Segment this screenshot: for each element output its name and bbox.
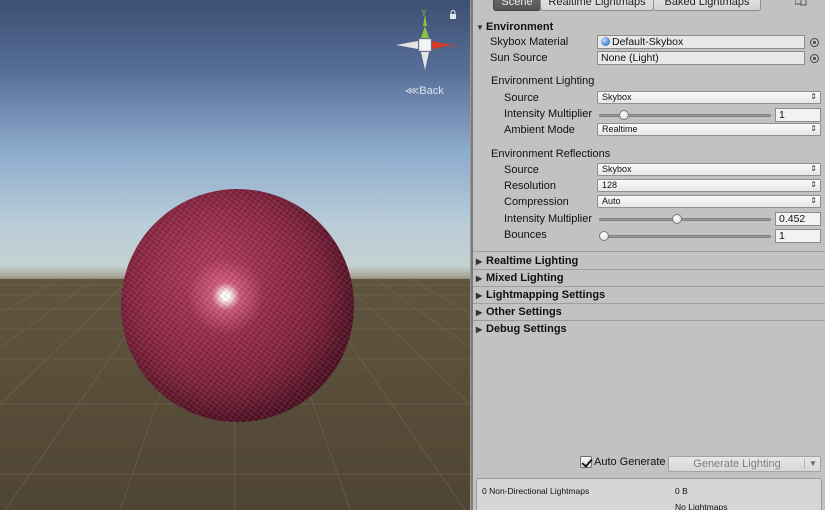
triangle-right-icon: ▶ (476, 325, 483, 334)
lighting-window: Scene Realtime Lightmaps Baked Lightmaps… (473, 0, 825, 510)
skybox-material-label: Skybox Material (490, 36, 569, 48)
environment-lighting-header: Environment Lighting (491, 75, 595, 87)
reflection-intensity-thumb[interactable] (672, 214, 683, 224)
bounces-thumb[interactable] (599, 231, 609, 241)
triangle-down-icon: ▼ (476, 23, 484, 32)
skybox-material-value: Default-Skybox (612, 36, 684, 48)
environment-reflections-header: Environment Reflections (491, 148, 611, 160)
updown-caret-icon: ⇕ (810, 164, 817, 173)
triangle-right-icon: ▶ (476, 308, 483, 317)
gizmo-x-label: x (451, 41, 455, 50)
ambient-mode-dropdown[interactable]: Realtime ⇕ (597, 123, 821, 136)
generate-lighting-label: Generate Lighting (693, 458, 781, 470)
chevron-down-icon[interactable]: ▼ (809, 457, 817, 471)
gizmo-center-cube[interactable] (418, 38, 432, 52)
lighting-tabbar: Scene Realtime Lightmaps Baked Lightmaps (473, 0, 825, 14)
triangle-right-icon: ▶ (476, 257, 483, 266)
tab-scene[interactable]: Scene (493, 0, 541, 11)
realtime-lighting-header: Realtime Lighting (486, 255, 579, 267)
skybox-material-field[interactable]: Default-Skybox (597, 35, 805, 49)
section-divider (473, 269, 825, 270)
reflection-source-value: Skybox (602, 164, 632, 174)
lightmapping-settings-foldout[interactable]: ▶ Lightmapping Settings (476, 289, 605, 301)
auto-generate-checkbox[interactable] (580, 456, 592, 468)
lighting-source-value: Skybox (602, 92, 632, 102)
lightmapping-settings-header: Lightmapping Settings (486, 289, 606, 301)
lighting-source-label: Source (504, 92, 539, 104)
realtime-lighting-foldout[interactable]: ▶ Realtime Lighting (476, 255, 578, 267)
section-divider (473, 286, 825, 287)
sphere-object[interactable] (121, 189, 354, 422)
other-settings-foldout[interactable]: ▶ Other Settings (476, 306, 562, 318)
scene-view[interactable]: y x ⋘Back (0, 0, 470, 510)
lighting-intensity-input[interactable]: 1 (775, 108, 821, 122)
lock-icon[interactable] (449, 10, 457, 19)
lighting-intensity-label: Intensity Multiplier (504, 108, 593, 120)
gizmo-x-cone[interactable] (432, 41, 452, 49)
gizmo-neg-y-cone[interactable] (421, 52, 429, 70)
reflection-source-dropdown[interactable]: Skybox ⇕ (597, 163, 821, 176)
tab-baked-lightmaps[interactable]: Baked Lightmaps (653, 0, 761, 11)
resolution-dropdown[interactable]: 128 ⇕ (597, 179, 821, 192)
sun-source-label: Sun Source (490, 52, 548, 64)
window-menu-icon[interactable] (795, 0, 807, 6)
generate-lighting-button[interactable]: Generate Lighting ▼ (668, 456, 821, 472)
lighting-source-dropdown[interactable]: Skybox ⇕ (597, 91, 821, 104)
tab-realtime-lightmaps[interactable]: Realtime Lightmaps (540, 0, 654, 11)
sphere-texture (121, 189, 354, 422)
reflection-source-label: Source (504, 164, 539, 176)
compression-dropdown[interactable]: Auto ⇕ (597, 195, 821, 208)
gizmo-y-label: y (422, 8, 426, 16)
button-separator (804, 459, 805, 469)
debug-settings-header: Debug Settings (486, 323, 567, 335)
resolution-label: Resolution (504, 180, 556, 192)
lightmap-stats-box: 0 Non-Directional Lightmaps 0 B No Light… (476, 478, 822, 510)
reflection-intensity-slider[interactable] (599, 218, 771, 221)
gizmo-back-label[interactable]: ⋘Back (405, 85, 444, 97)
bounces-input[interactable]: 1 (775, 229, 821, 243)
compression-label: Compression (504, 196, 569, 208)
lightmap-size: 0 B (675, 486, 688, 496)
triangle-right-icon: ▶ (476, 291, 483, 300)
updown-caret-icon: ⇕ (810, 180, 817, 189)
lighting-intensity-thumb[interactable] (619, 110, 630, 120)
updown-caret-icon: ⇕ (810, 196, 817, 205)
mixed-lighting-foldout[interactable]: ▶ Mixed Lighting (476, 272, 564, 284)
section-divider (473, 320, 825, 321)
updown-caret-icon: ⇕ (810, 92, 817, 101)
mixed-lighting-header: Mixed Lighting (486, 272, 564, 284)
object-picker-icon[interactable] (810, 38, 819, 47)
environment-header: Environment (486, 21, 554, 33)
gizmo-neg-x-cone[interactable] (396, 41, 418, 49)
resolution-value: 128 (602, 180, 618, 190)
sun-source-value: None (Light) (601, 52, 659, 64)
triangle-right-icon: ▶ (476, 274, 483, 283)
back-text: Back (419, 85, 444, 97)
sun-source-field[interactable]: None (Light) (597, 51, 805, 65)
debug-settings-foldout[interactable]: ▶ Debug Settings (476, 323, 567, 335)
reflection-intensity-label: Intensity Multiplier (504, 213, 593, 225)
no-lightmaps-note: No Lightmaps (675, 502, 728, 510)
skybox-material-icon (601, 37, 610, 46)
bounces-label: Bounces (504, 229, 547, 241)
reflection-intensity-input[interactable]: 0.452 (775, 212, 821, 226)
auto-generate-label[interactable]: Auto Generate (594, 456, 666, 468)
chevron-left-icon: ⋘ (405, 86, 420, 97)
ambient-mode-value: Realtime (602, 124, 638, 134)
compression-value: Auto (602, 196, 621, 206)
section-divider (473, 251, 825, 252)
lightmap-count: 0 Non-Directional Lightmaps (482, 486, 590, 496)
section-divider (473, 303, 825, 304)
bounces-slider[interactable] (599, 235, 771, 238)
object-picker-icon[interactable] (810, 54, 819, 63)
other-settings-header: Other Settings (486, 306, 562, 318)
environment-foldout[interactable]: ▼ Environment (476, 21, 553, 33)
ambient-mode-label: Ambient Mode (504, 124, 575, 136)
updown-caret-icon: ⇕ (810, 124, 817, 133)
